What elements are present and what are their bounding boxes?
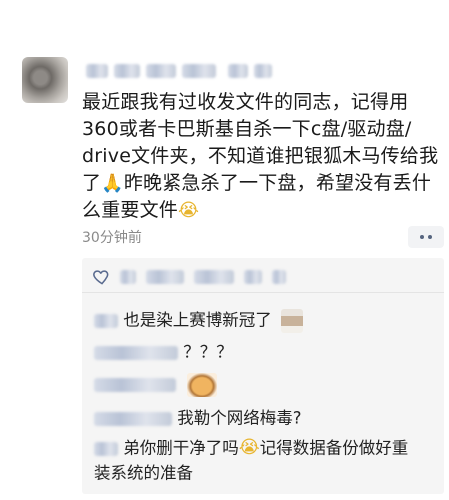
- post-line: drive文件夹，不知道谁把银狐木马传给我: [82, 145, 439, 167]
- redacted-block: [120, 270, 136, 284]
- post-text: 最近跟我有过收发文件的同志，记得用 360或者卡巴斯基自杀一下c盘/驱动盘/ d…: [82, 89, 442, 224]
- redacted-block: [146, 64, 176, 78]
- comment-text: 我勒个网络梅毒?: [177, 408, 302, 428]
- person-sticker-icon: [281, 308, 303, 333]
- comment-item[interactable]: 也是染上赛博新冠了: [94, 308, 303, 333]
- commenter-redacted[interactable]: [94, 345, 178, 360]
- comment-item[interactable]: [94, 372, 218, 397]
- redacted-block: [272, 270, 286, 284]
- likes-row: [92, 266, 432, 288]
- divider: [82, 292, 444, 293]
- comment-text: 记得数据备份做好重: [259, 438, 409, 458]
- avatar[interactable]: [22, 57, 68, 103]
- redacted-block: [114, 64, 140, 78]
- post-line: 昨晚紧急杀了一下盘，希望没有丢什: [123, 172, 432, 194]
- comment-item[interactable]: 弟你删干净了吗😭记得数据备份做好重 装系统的准备: [94, 436, 434, 485]
- comment-text: 也是染上赛博新冠了: [123, 310, 272, 330]
- redacted-block: [244, 270, 262, 284]
- redacted-block: [254, 64, 272, 78]
- redacted-block: [146, 270, 184, 284]
- commenter-redacted[interactable]: [94, 441, 118, 456]
- username-redacted[interactable]: [86, 58, 306, 84]
- redacted-block: [182, 64, 216, 78]
- comment-text: 装系统的准备: [94, 463, 193, 482]
- post-time: 30分钟前: [82, 230, 142, 246]
- heart-icon[interactable]: [92, 267, 112, 287]
- commenter-redacted[interactable]: [94, 411, 172, 426]
- redacted-block: [228, 64, 248, 78]
- more-dots-icon[interactable]: [408, 226, 444, 248]
- comment-item[interactable]: ？？？: [94, 340, 233, 365]
- redacted-block: [194, 270, 234, 284]
- crying-emoji-icon: 😭: [238, 437, 260, 458]
- likes-names-redacted[interactable]: [120, 270, 286, 284]
- comment-item[interactable]: 我勒个网络梅毒?: [94, 406, 302, 431]
- commenter-redacted[interactable]: [94, 313, 118, 328]
- crying-emoji-icon: 😭: [178, 200, 200, 221]
- post-line: 最近跟我有过收发文件的同志，记得用: [82, 91, 409, 113]
- post-line: 么重要文件: [82, 199, 179, 221]
- comment-text: 弟你删干净了吗: [123, 438, 239, 458]
- redacted-block: [86, 64, 108, 78]
- post-line: 了: [82, 172, 102, 194]
- comment-text: ？？？: [183, 342, 233, 362]
- comments-panel: 也是染上赛博新冠了 ？？？ 我勒个网络梅毒? 弟你删干净了吗😭记得数据备份做好重…: [82, 258, 444, 494]
- dog-sticker-icon: [187, 372, 218, 397]
- pray-emoji-icon: 🙏: [101, 173, 124, 194]
- commenter-redacted[interactable]: [94, 377, 176, 392]
- post-line: 360或者卡巴斯基自杀一下c盘/驱动盘/: [82, 118, 412, 140]
